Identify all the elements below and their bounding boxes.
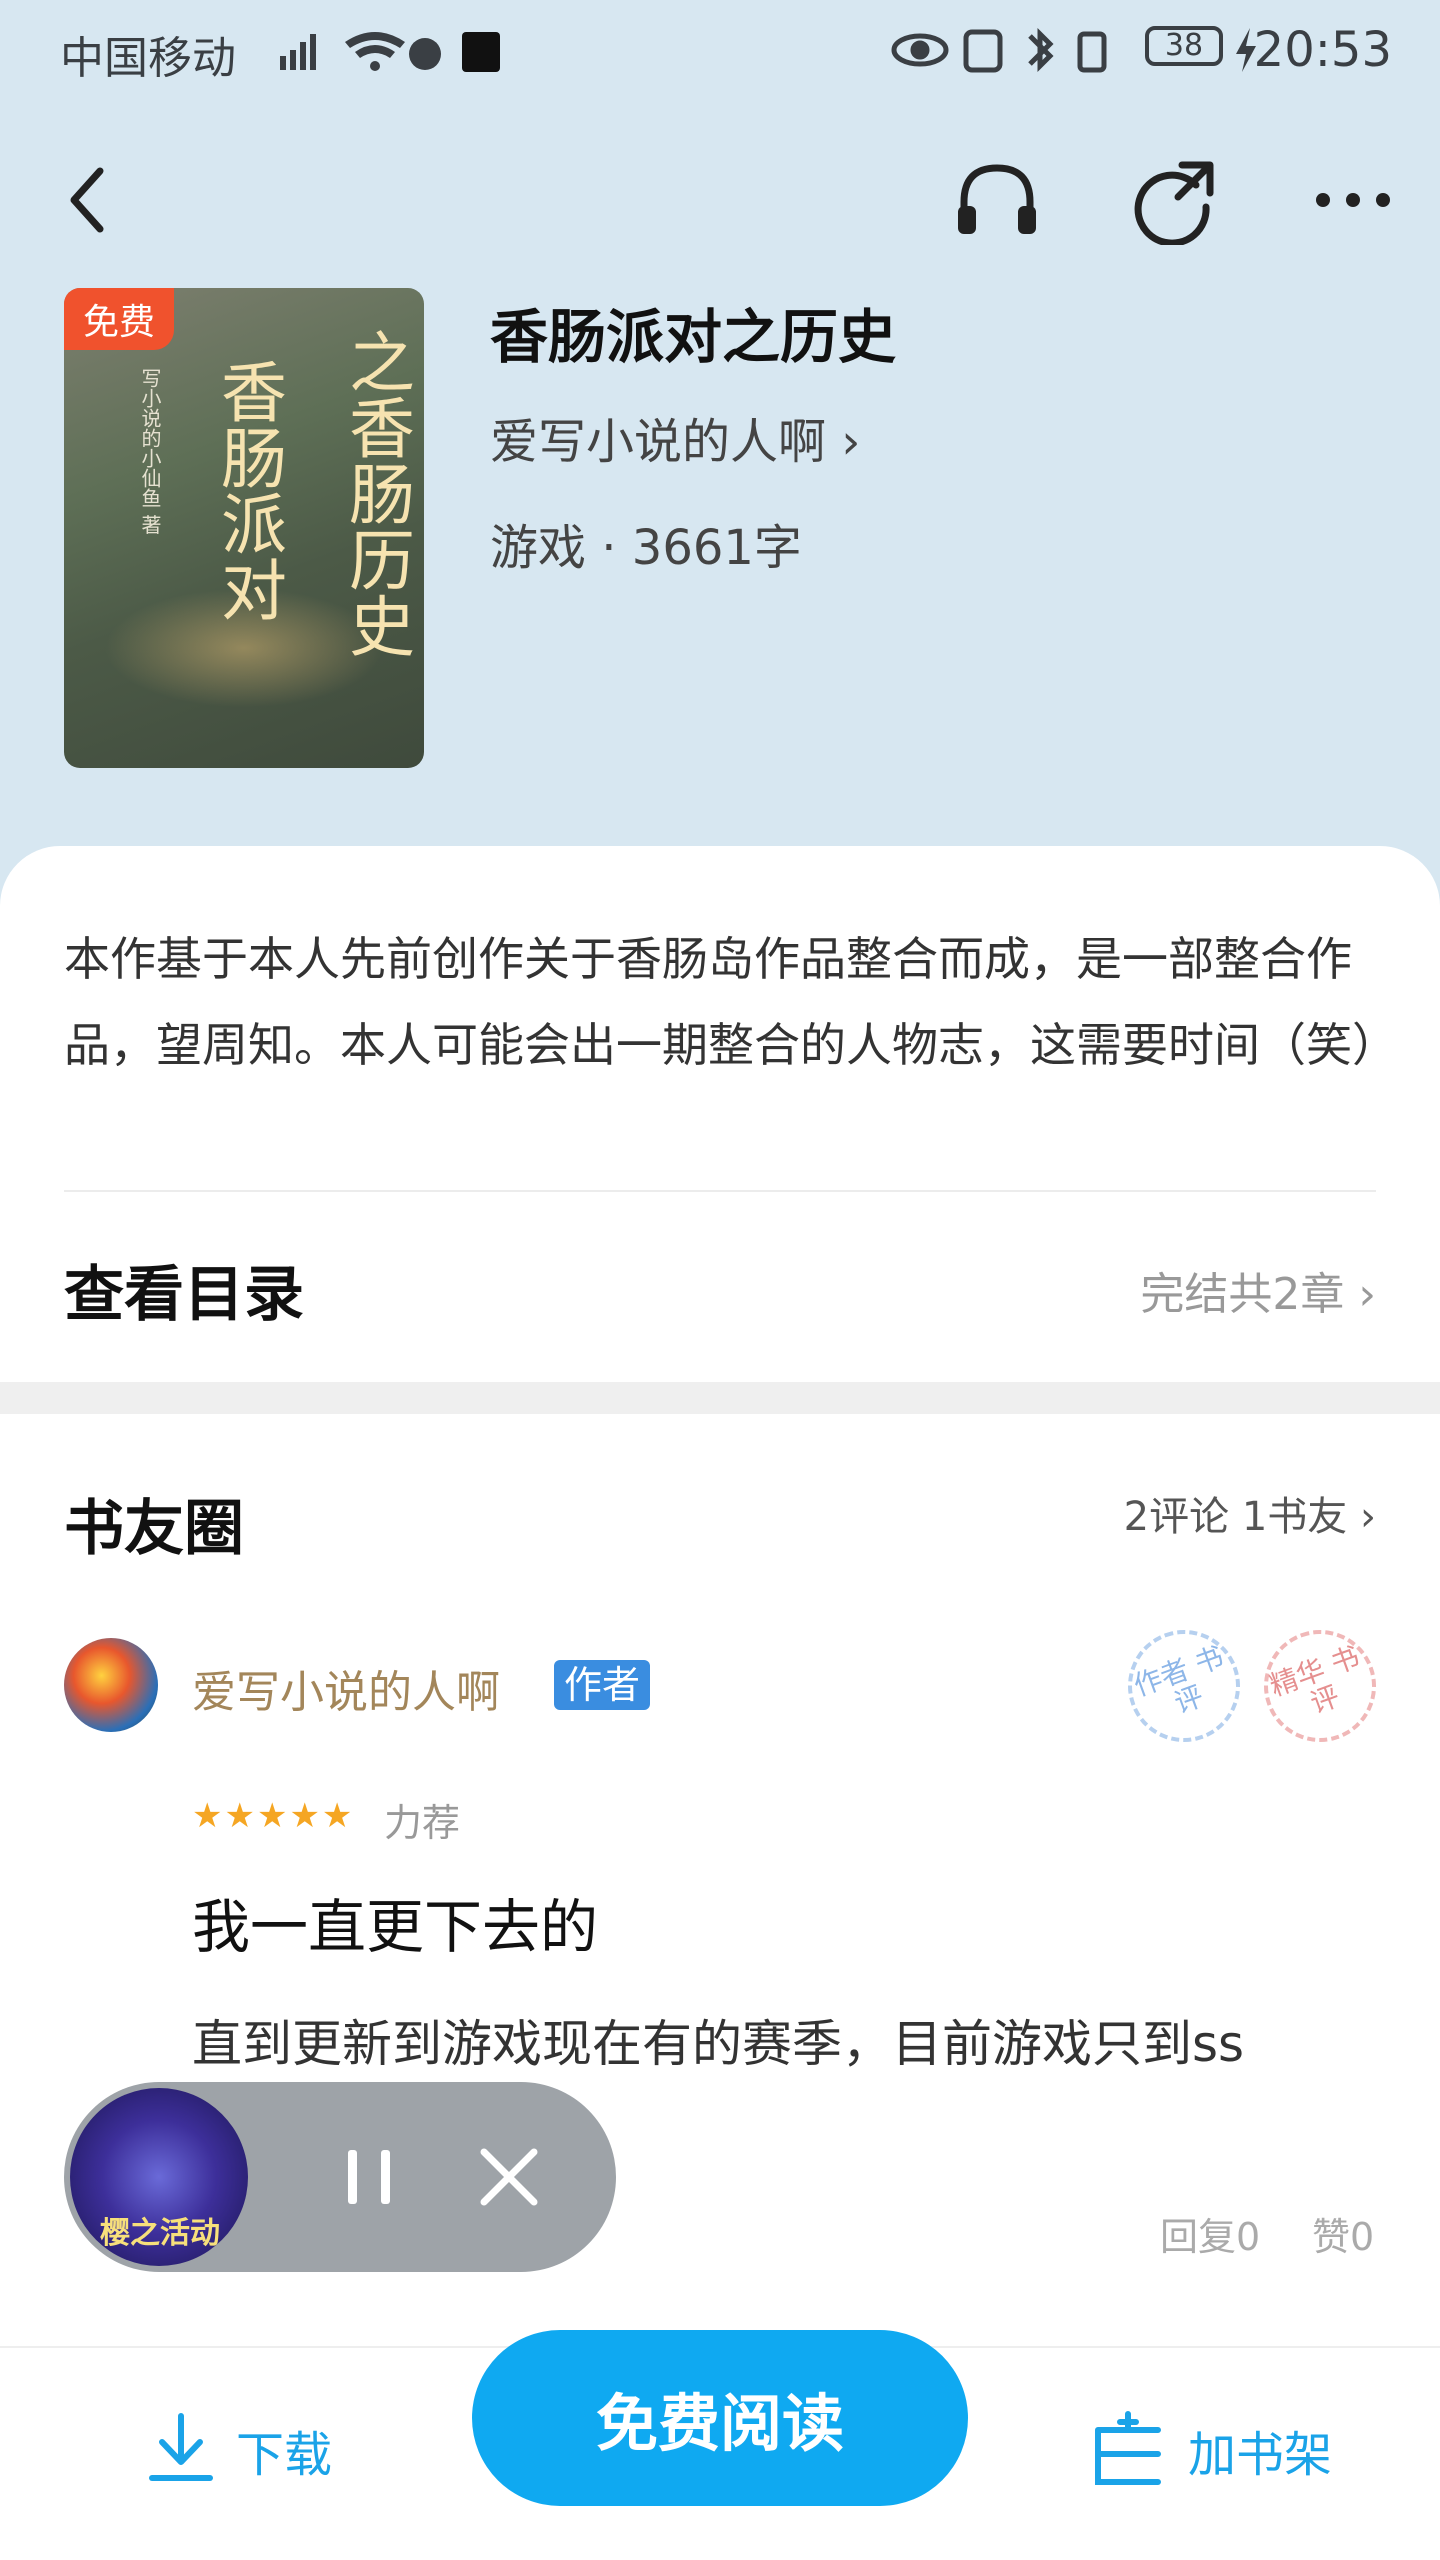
more-icon[interactable] <box>1308 155 1398 245</box>
reply-count[interactable]: 回复0 <box>1160 2206 1260 2261</box>
reader-circle-info[interactable]: 2评论 1书友 › <box>1124 1484 1376 1542</box>
player-thumb-text: 樱之活动 <box>100 2216 220 2251</box>
cover-title-a: 之香肠历史 <box>338 328 415 658</box>
rating-label: 力荐 <box>384 1801 461 1845</box>
reader-circle-title: 书友圈 <box>64 1494 244 1564</box>
book-cover[interactable]: 之香肠历史 香肠派对 写小说的小仙鱼 著 免费 <box>64 288 424 768</box>
comment-author-name[interactable]: 爱写小说的人啊 <box>192 1656 500 1720</box>
bookshelf-icon <box>1095 2411 1161 2485</box>
status-right-icons <box>891 27 1107 73</box>
download-icon <box>149 2413 213 2481</box>
share-icon[interactable] <box>1130 155 1220 245</box>
free-read-button[interactable]: 免费阅读 <box>472 2330 968 2506</box>
player-thumbnail[interactable]: 樱之活动 <box>70 2088 248 2266</box>
pause-icon[interactable] <box>334 2142 404 2212</box>
status-icons <box>280 32 500 72</box>
avatar[interactable] <box>64 1638 158 1732</box>
back-icon[interactable] <box>42 155 132 245</box>
download-button[interactable]: 下载 <box>146 2410 332 2490</box>
author-tag: 作者 <box>554 1660 651 1710</box>
comment-title[interactable]: 我一直更下去的 <box>192 1880 598 1964</box>
catalog-info[interactable]: 完结共2章 › <box>1140 1258 1376 1322</box>
like-count[interactable]: 赞0 <box>1312 2206 1374 2261</box>
audio-player: 樱之活动 <box>64 2082 616 2272</box>
download-label: 下载 <box>236 2427 333 2483</box>
add-to-shelf-label: 加书架 <box>1188 2427 1333 2483</box>
close-icon[interactable] <box>474 2142 544 2212</box>
cover-title-b: 香肠派对 <box>210 358 287 622</box>
cover-author: 写小说的小仙鱼 著 <box>138 368 162 535</box>
comment-body[interactable]: 直到更新到游戏现在有的赛季，目前游戏只到ss <box>192 2004 1392 2076</box>
book-title: 香肠派对之历史 <box>490 303 897 371</box>
carrier-label: 中国移动 <box>60 33 236 84</box>
section-gap <box>0 1382 1440 1414</box>
battery-indicator: 38 <box>1145 26 1223 66</box>
status-bar: 中国移动 38 20:53 <box>0 0 1440 100</box>
catalog-title[interactable]: 查看目录 <box>64 1246 304 1333</box>
headphones-icon[interactable] <box>952 155 1042 245</box>
add-to-shelf-button[interactable]: 加书架 <box>1088 2410 1332 2490</box>
book-meta: 游戏 · 3661字 <box>490 520 802 576</box>
clock: 20:53 <box>1253 22 1392 78</box>
rating-stars: ★★★★★ <box>192 1796 355 1836</box>
free-badge: 免费 <box>64 288 174 350</box>
book-author-link[interactable]: 爱写小说的人啊 › <box>490 402 860 472</box>
book-intro: 本作基于本人先前创作关于香肠岛作品整合而成，是一部整合作品，望周知。本人可能会出… <box>64 932 1398 1072</box>
divider <box>64 1190 1376 1192</box>
